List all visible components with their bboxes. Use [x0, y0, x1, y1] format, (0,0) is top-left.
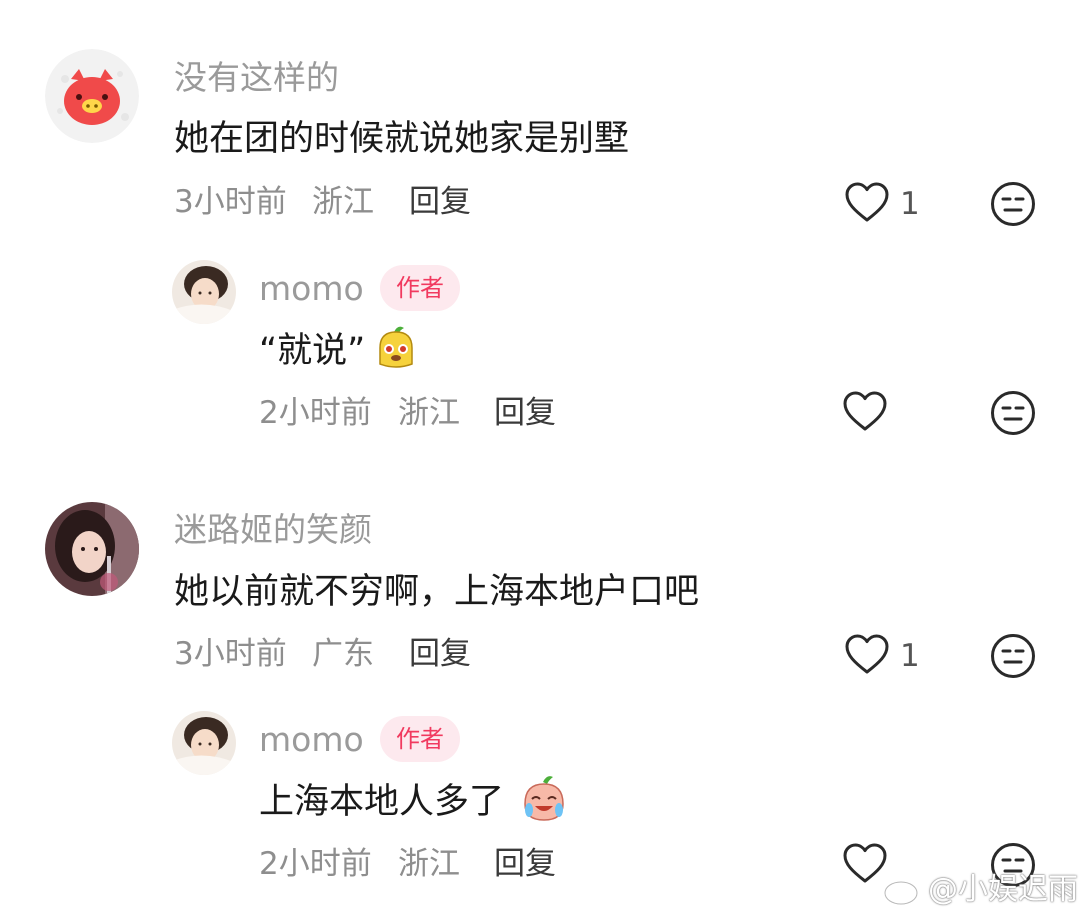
- reply-text: “就说”: [259, 331, 366, 371]
- reply-location: 浙江: [398, 395, 460, 431]
- comment-username[interactable]: 没有这样的: [174, 58, 339, 98]
- author-photo-avatar: [172, 260, 236, 324]
- comment-location: 广东: [312, 636, 374, 672]
- yellow-mascot-emoji: [372, 324, 420, 376]
- crying-peach-emoji: [519, 774, 569, 828]
- watermark-text: @小娱迟雨: [928, 872, 1078, 907]
- reply-username[interactable]: momo: [259, 720, 364, 760]
- heart-icon: [845, 182, 889, 222]
- comment-time: 3小时前: [174, 184, 287, 220]
- like-button[interactable]: [844, 632, 890, 682]
- comment-text: 她以前就不穷啊，上海本地户口吧: [174, 572, 700, 612]
- like-button[interactable]: [844, 180, 890, 230]
- reply-button[interactable]: 回复: [494, 393, 556, 433]
- reply-location: 浙江: [398, 846, 460, 882]
- heart-icon: [845, 634, 889, 674]
- comment-location: 浙江: [312, 184, 374, 220]
- reply-text: 上海本地人多了: [259, 782, 505, 822]
- weibo-logo-icon: [882, 871, 926, 911]
- user-avatar[interactable]: [45, 502, 139, 596]
- reply-time: 2小时前: [259, 395, 372, 431]
- reply-time: 2小时前: [259, 846, 372, 882]
- comment-username[interactable]: 迷路姬的笑颜: [174, 510, 372, 550]
- dislike-button[interactable]: [989, 389, 1037, 441]
- pig-avatar-icon: [45, 49, 139, 143]
- like-count: 1: [900, 186, 920, 222]
- author-badge: 作者: [380, 265, 460, 311]
- author-avatar[interactable]: [172, 260, 236, 324]
- author-photo-avatar: [172, 711, 236, 775]
- author-badge: 作者: [380, 716, 460, 762]
- reply-button[interactable]: 回复: [409, 182, 471, 222]
- author-avatar[interactable]: [172, 711, 236, 775]
- comment-time: 3小时前: [174, 636, 287, 672]
- comment-text: 她在团的时候就说她家是别墅: [174, 119, 630, 159]
- reply-button[interactable]: 回复: [409, 634, 471, 674]
- neutral-face-icon: [991, 391, 1035, 435]
- like-count: 1: [900, 638, 920, 674]
- reply-button[interactable]: 回复: [494, 844, 556, 884]
- user-avatar[interactable]: [45, 49, 139, 143]
- heart-icon: [843, 391, 887, 431]
- girl-photo-avatar: [45, 502, 139, 596]
- dislike-button[interactable]: [989, 180, 1037, 232]
- dislike-button[interactable]: [989, 632, 1037, 684]
- like-button[interactable]: [842, 389, 888, 439]
- neutral-face-icon: [991, 182, 1035, 226]
- reply-username[interactable]: momo: [259, 269, 364, 309]
- neutral-face-icon: [991, 634, 1035, 678]
